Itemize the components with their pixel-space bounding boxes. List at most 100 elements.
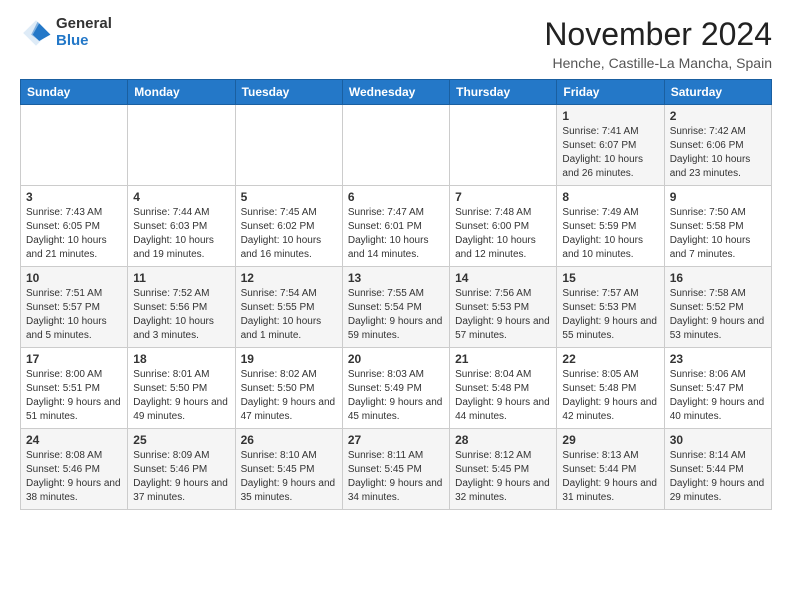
day-number: 4 (133, 190, 229, 204)
day-info: Sunrise: 8:10 AM Sunset: 5:45 PM Dayligh… (241, 449, 337, 505)
day-info: Sunrise: 8:02 AM Sunset: 5:50 PM Dayligh… (241, 368, 337, 424)
day-info: Sunrise: 8:12 AM Sunset: 5:45 PM Dayligh… (455, 449, 551, 505)
calendar-cell: 10 Sunrise: 7:51 AM Sunset: 5:57 PM Dayli… (21, 267, 128, 348)
header: General Blue November 2024 Henche, Casti… (20, 16, 772, 71)
day-number: 29 (562, 433, 658, 447)
day-info: Sunrise: 7:55 AM Sunset: 5:54 PM Dayligh… (348, 287, 444, 343)
calendar-cell: 3Sunrise: 7:43 AM Sunset: 6:05 PM Daylig… (21, 186, 128, 267)
day-info: Sunrise: 8:13 AM Sunset: 5:44 PM Dayligh… (562, 449, 658, 505)
day-info: Sunrise: 8:14 AM Sunset: 5:44 PM Dayligh… (670, 449, 766, 505)
calendar-cell: 21 Sunrise: 8:04 AM Sunset: 5:48 PM Dayli… (450, 348, 557, 429)
day-number: 8 (562, 190, 658, 204)
day-number: 1 (562, 109, 658, 123)
calendar-cell: 24 Sunrise: 8:08 AM Sunset: 5:46 PM Dayli… (21, 429, 128, 510)
day-info: Sunrise: 7:52 AM Sunset: 5:56 PM Dayligh… (133, 287, 229, 343)
weekday-header-row: SundayMondayTuesdayWednesdayThursdayFrid… (21, 80, 772, 105)
day-number: 18 (133, 352, 229, 366)
day-number: 14 (455, 271, 551, 285)
day-info: Sunrise: 8:00 AM Sunset: 5:51 PM Dayligh… (26, 368, 122, 424)
day-number: 5 (241, 190, 337, 204)
calendar-cell: 17Sunrise: 8:00 AM Sunset: 5:51 PM Dayli… (21, 348, 128, 429)
calendar-cell: 22Sunrise: 8:05 AM Sunset: 5:48 PM Dayli… (557, 348, 664, 429)
calendar-cell: 12 Sunrise: 7:54 AM Sunset: 5:55 PM Dayli… (235, 267, 342, 348)
day-number: 19 (241, 352, 337, 366)
weekday-header-sunday: Sunday (21, 80, 128, 105)
calendar-table: SundayMondayTuesdayWednesdayThursdayFrid… (20, 79, 772, 510)
calendar-cell: 20Sunrise: 8:03 AM Sunset: 5:49 PM Dayli… (342, 348, 449, 429)
day-info: Sunrise: 7:56 AM Sunset: 5:53 PM Dayligh… (455, 287, 551, 343)
day-info: Sunrise: 7:58 AM Sunset: 5:52 PM Dayligh… (670, 287, 766, 343)
day-info: Sunrise: 8:08 AM Sunset: 5:46 PM Dayligh… (26, 449, 122, 505)
calendar-cell: 18 Sunrise: 8:01 AM Sunset: 5:50 PM Dayli… (128, 348, 235, 429)
logo-icon (20, 17, 52, 49)
day-info: Sunrise: 7:54 AM Sunset: 5:55 PM Dayligh… (241, 287, 337, 343)
day-info: Sunrise: 7:57 AM Sunset: 5:53 PM Dayligh… (562, 287, 658, 343)
calendar-week-3: 10 Sunrise: 7:51 AM Sunset: 5:57 PM Dayli… (21, 267, 772, 348)
weekday-header-tuesday: Tuesday (235, 80, 342, 105)
calendar-cell: 30 Sunrise: 8:14 AM Sunset: 5:44 PM Dayli… (664, 429, 771, 510)
day-info: Sunrise: 7:48 AM Sunset: 6:00 PM Dayligh… (455, 206, 551, 262)
day-number: 24 (26, 433, 122, 447)
day-number: 27 (348, 433, 444, 447)
day-info: Sunrise: 7:51 AM Sunset: 5:57 PM Dayligh… (26, 287, 122, 343)
day-info: Sunrise: 7:50 AM Sunset: 5:58 PM Dayligh… (670, 206, 766, 262)
day-number: 25 (133, 433, 229, 447)
calendar-cell: 11 Sunrise: 7:52 AM Sunset: 5:56 PM Dayli… (128, 267, 235, 348)
calendar-cell: 28Sunrise: 8:12 AM Sunset: 5:45 PM Dayli… (450, 429, 557, 510)
day-info: Sunrise: 7:41 AM Sunset: 6:07 PM Dayligh… (562, 125, 658, 181)
day-info: Sunrise: 8:06 AM Sunset: 5:47 PM Dayligh… (670, 368, 766, 424)
day-info: Sunrise: 7:44 AM Sunset: 6:03 PM Dayligh… (133, 206, 229, 262)
weekday-header-saturday: Saturday (664, 80, 771, 105)
calendar-cell: 4 Sunrise: 7:44 AM Sunset: 6:03 PM Daylig… (128, 186, 235, 267)
calendar-cell: 8 Sunrise: 7:49 AM Sunset: 5:59 PM Daylig… (557, 186, 664, 267)
calendar-week-5: 24 Sunrise: 8:08 AM Sunset: 5:46 PM Dayli… (21, 429, 772, 510)
day-number: 2 (670, 109, 766, 123)
day-info: Sunrise: 8:04 AM Sunset: 5:48 PM Dayligh… (455, 368, 551, 424)
calendar-cell: 15Sunrise: 7:57 AM Sunset: 5:53 PM Dayli… (557, 267, 664, 348)
calendar-cell: 16 Sunrise: 7:58 AM Sunset: 5:52 PM Dayli… (664, 267, 771, 348)
calendar-cell: 7 Sunrise: 7:48 AM Sunset: 6:00 PM Daylig… (450, 186, 557, 267)
logo: General Blue (20, 16, 112, 49)
calendar-cell: 13Sunrise: 7:55 AM Sunset: 5:54 PM Dayli… (342, 267, 449, 348)
day-number: 21 (455, 352, 551, 366)
logo-text: General Blue (56, 16, 112, 49)
day-info: Sunrise: 8:03 AM Sunset: 5:49 PM Dayligh… (348, 368, 444, 424)
day-number: 12 (241, 271, 337, 285)
weekday-header-friday: Friday (557, 80, 664, 105)
calendar-cell (128, 105, 235, 186)
day-info: Sunrise: 7:49 AM Sunset: 5:59 PM Dayligh… (562, 206, 658, 262)
calendar-week-1: 1 Sunrise: 7:41 AM Sunset: 6:07 PM Daylig… (21, 105, 772, 186)
calendar-cell (235, 105, 342, 186)
day-number: 26 (241, 433, 337, 447)
day-number: 30 (670, 433, 766, 447)
location-subtitle: Henche, Castille-La Mancha, Spain (544, 55, 772, 71)
calendar-cell: 5Sunrise: 7:45 AM Sunset: 6:02 PM Daylig… (235, 186, 342, 267)
calendar-cell (21, 105, 128, 186)
weekday-header-wednesday: Wednesday (342, 80, 449, 105)
day-number: 3 (26, 190, 122, 204)
day-number: 10 (26, 271, 122, 285)
calendar-week-2: 3Sunrise: 7:43 AM Sunset: 6:05 PM Daylig… (21, 186, 772, 267)
day-info: Sunrise: 7:47 AM Sunset: 6:01 PM Dayligh… (348, 206, 444, 262)
calendar-cell (342, 105, 449, 186)
weekday-header-thursday: Thursday (450, 80, 557, 105)
calendar-cell: 25Sunrise: 8:09 AM Sunset: 5:46 PM Dayli… (128, 429, 235, 510)
day-number: 11 (133, 271, 229, 285)
calendar-cell: 27 Sunrise: 8:11 AM Sunset: 5:45 PM Dayli… (342, 429, 449, 510)
day-info: Sunrise: 8:01 AM Sunset: 5:50 PM Dayligh… (133, 368, 229, 424)
calendar-cell (450, 105, 557, 186)
weekday-header-monday: Monday (128, 80, 235, 105)
day-number: 16 (670, 271, 766, 285)
day-number: 7 (455, 190, 551, 204)
day-number: 23 (670, 352, 766, 366)
day-number: 9 (670, 190, 766, 204)
day-info: Sunrise: 7:42 AM Sunset: 6:06 PM Dayligh… (670, 125, 766, 181)
calendar-cell: 9 Sunrise: 7:50 AM Sunset: 5:58 PM Daylig… (664, 186, 771, 267)
day-info: Sunrise: 8:05 AM Sunset: 5:48 PM Dayligh… (562, 368, 658, 424)
day-info: Sunrise: 8:11 AM Sunset: 5:45 PM Dayligh… (348, 449, 444, 505)
calendar-cell: 26 Sunrise: 8:10 AM Sunset: 5:45 PM Dayli… (235, 429, 342, 510)
calendar-cell: 19 Sunrise: 8:02 AM Sunset: 5:50 PM Dayli… (235, 348, 342, 429)
calendar-week-4: 17Sunrise: 8:00 AM Sunset: 5:51 PM Dayli… (21, 348, 772, 429)
calendar-cell: 1 Sunrise: 7:41 AM Sunset: 6:07 PM Daylig… (557, 105, 664, 186)
title-area: November 2024 Henche, Castille-La Mancha… (544, 16, 772, 71)
